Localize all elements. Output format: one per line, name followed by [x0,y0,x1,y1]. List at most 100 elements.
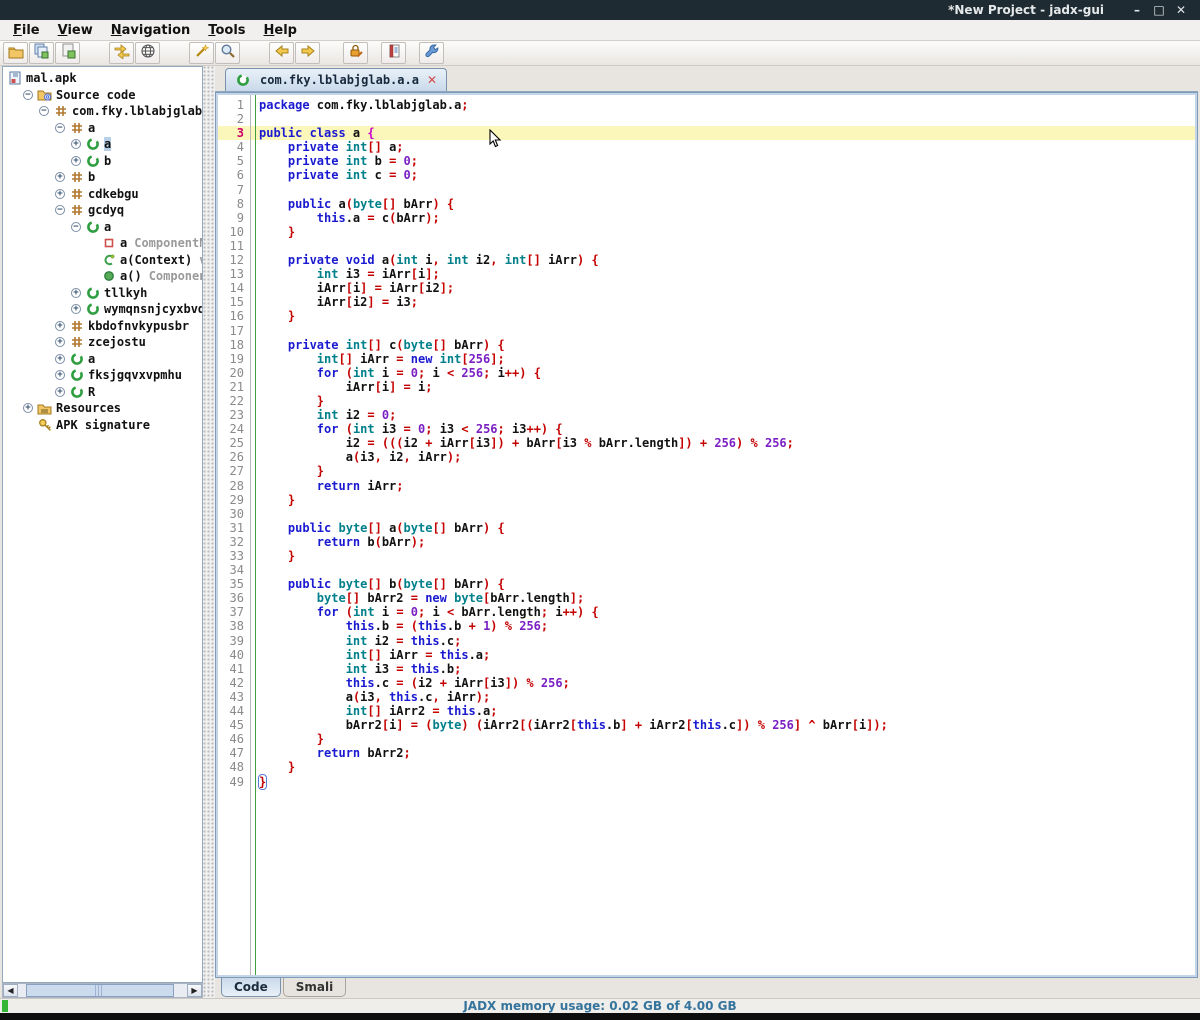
reload-button[interactable] [109,42,134,64]
scrollbar-thumb[interactable] [26,984,174,997]
line-number: 28 [218,479,250,493]
tree-item-r[interactable]: +R [3,384,202,401]
read-only-mode-button[interactable] [343,42,368,64]
menu-file[interactable]: File [4,23,49,38]
split-divider[interactable] [203,66,215,998]
preferences-button[interactable] [419,42,444,64]
tree-item-a[interactable]: aComponentNam [3,235,202,252]
code-line-48: } [251,760,1195,774]
expand-handle-icon[interactable]: + [71,288,81,298]
collapse-handle-icon[interactable]: − [39,106,49,116]
class-icon [85,137,100,151]
minimize-icon[interactable]: – [1126,3,1148,17]
tree-item-a-context-[interactable]: a(Context)voi [3,252,202,269]
menu-bar: FileViewNavigationToolsHelp [0,20,1200,41]
line-number: 34 [218,563,250,577]
tree-item-a[interactable]: −a [3,120,202,137]
forward-button[interactable] [295,42,320,64]
expand-handle-icon[interactable]: + [55,387,65,397]
field-icon [101,236,116,250]
tree-item-source-code[interactable]: − Source code [3,87,202,104]
code-line-21: iArr[i] = i; [251,380,1195,394]
save-all-button[interactable] [29,42,54,64]
log-viewer-button[interactable] [381,42,406,64]
line-number: 17 [218,324,250,338]
tree-item-b[interactable]: +b [3,169,202,186]
menu-navigation[interactable]: Navigation [102,23,200,38]
code-line-49: } [251,775,1195,789]
collapse-handle-icon[interactable]: − [23,90,33,100]
tree-item-kbdofnvkypusbr[interactable]: +kbdofnvkypusbr [3,318,202,335]
menu-help[interactable]: Help [255,23,306,38]
tree-item-label: fksjgqvxvpmhu [88,368,182,382]
menu-tools[interactable]: Tools [199,23,254,38]
apk-icon [7,71,22,85]
tree-item-a[interactable]: −a [3,219,202,236]
menu-view[interactable]: View [49,23,102,38]
line-number: 25 [218,436,250,450]
line-number-gutter: 1234567891011121314151617181920212223242… [218,95,250,975]
code-line-20: for (int i = 0; i < 256; i++) { [251,366,1195,380]
tree-item-type-suffix: voi [199,253,202,267]
code-line-6: private int c = 0; [251,168,1195,182]
collapse-handle-icon[interactable]: − [55,123,65,133]
tab-close-icon[interactable]: ✕ [427,73,437,87]
tree-item-apk-signature[interactable]: APK signature [3,417,202,434]
tree-item-com-fky-lblabjglab[interactable]: −com.fky.lblabjglab [3,103,202,120]
search-button[interactable] [215,42,240,64]
tree-item-a[interactable]: +a [3,351,202,368]
deobfuscation-button[interactable] [135,42,160,64]
code-line-14: iArr[i] = iArr[i2]; [251,281,1195,295]
open-file-button[interactable] [3,42,28,64]
save-as-button[interactable] [55,42,80,64]
tree-item-tllkyh[interactable]: +tllkyh [3,285,202,302]
collapse-handle-icon[interactable]: − [55,205,65,215]
expand-handle-icon[interactable]: + [55,189,65,199]
project-tree[interactable]: mal.apk−Source code−com.fky.lblabjglab−a… [2,66,203,983]
expand-handle-icon[interactable]: + [23,403,33,413]
tree-item-gcdyq[interactable]: −gcdyq [3,202,202,219]
tab-smali[interactable]: Smali [283,978,346,997]
tree-item-b[interactable]: +b [3,153,202,170]
close-icon[interactable]: ✕ [1170,3,1192,17]
tree-horizontal-scrollbar[interactable]: ◀ ▶ [2,983,203,998]
expand-handle-icon[interactable]: + [71,304,81,314]
expand-handle-icon[interactable]: + [55,172,65,182]
tree-item-zcejostu[interactable]: +zcejostu [3,334,202,351]
expand-handle-icon[interactable]: + [55,337,65,347]
tree-item-a[interactable]: +a [3,136,202,153]
code-line-11 [251,239,1195,253]
code-line-4: private int[] a; [251,140,1195,154]
scroll-right-arrow[interactable]: ▶ [187,984,202,997]
maximize-icon[interactable]: □ [1148,3,1170,17]
expand-handle-icon[interactable]: + [71,139,81,149]
quark-engine-button[interactable] [189,42,214,64]
scroll-left-arrow[interactable]: ◀ [3,984,18,997]
tree-item-label: b [104,154,111,168]
tree-item-cdkebgu[interactable]: + cdkebgu [3,186,202,203]
back-button[interactable] [269,42,294,64]
expand-handle-icon[interactable]: + [55,354,65,364]
scrollbar-track[interactable] [18,984,187,997]
tree-item-fksjgqvxvpmhu[interactable]: + fksjgqvxvpmhu [3,367,202,384]
tree-item-wymqnsnjcyxbvdmf[interactable]: +wymqnsnjcyxbvdmf [3,301,202,318]
code-line-47: return bArr2; [251,746,1195,760]
view-mode-tabs: CodeSmali [221,978,348,998]
tab-code[interactable]: Code [221,978,281,997]
expand-handle-icon[interactable]: + [71,156,81,166]
tree-item-mal-apk[interactable]: mal.apk [3,70,202,87]
tree-item-resources[interactable]: +Resources [3,400,202,417]
expand-handle-icon[interactable]: + [55,321,65,331]
line-number: 39 [218,634,250,648]
line-number: 14 [218,281,250,295]
save-as-icon [60,43,76,63]
tree-item-label: Source code [56,88,135,102]
tree-item-label: cdkebgu [88,187,139,201]
line-number: 40 [218,648,250,662]
expand-handle-icon[interactable]: + [55,370,65,380]
code-editor[interactable]: package com.fky.lblabjglab.a;public clas… [250,95,1195,975]
magic-wand-icon [194,43,210,63]
tree-item-a-[interactable]: a()ComponentN [3,268,202,285]
collapse-handle-icon[interactable]: − [71,222,81,232]
tab-com-fky-lblabjglab-a-a[interactable]: com.fky.lblabjglab.a.a ✕ [225,68,447,91]
